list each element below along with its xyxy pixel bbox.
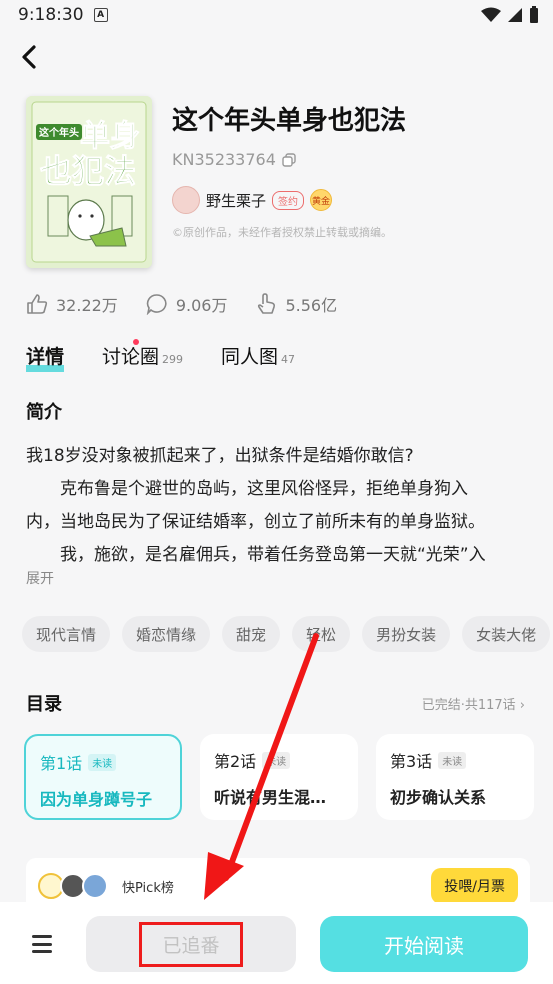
- signal-icon: [508, 8, 522, 22]
- avatar: [82, 873, 108, 899]
- notification-icon: A: [93, 8, 108, 22]
- intro-line: 克布鲁是个避世的岛屿，这里风俗怪异，拒绝单身狗入: [26, 479, 468, 499]
- back-button[interactable]: [14, 42, 44, 72]
- chapter-number: 第1话: [40, 754, 83, 773]
- tag[interactable]: 男扮女装: [362, 616, 451, 652]
- tab-label: 讨论圈: [102, 346, 160, 368]
- book-id-text: KN35233764: [172, 150, 276, 169]
- chevron-left-icon: [22, 45, 36, 69]
- tab-label: 同人图: [221, 346, 279, 368]
- start-reading-button[interactable]: 开始阅读: [320, 916, 528, 972]
- cover-art: 这个年头 单身 也犯法: [26, 96, 152, 268]
- status-bar: 9:18:30 A: [0, 0, 553, 30]
- unread-badge: 未读: [262, 751, 291, 769]
- chapter-name: 因为单身蹲号子: [40, 790, 153, 809]
- svg-text:这个年头: 这个年头: [39, 126, 79, 139]
- author-name[interactable]: 野生栗子: [206, 190, 266, 211]
- chapter-number: 第2话: [214, 752, 257, 771]
- author-row[interactable]: 野生栗子 签约 黄金: [172, 186, 333, 214]
- tab-count: 299: [162, 353, 184, 366]
- intro-line: 我，施欲，是名雇佣兵，带着任务登岛第一天就“光荣”入: [26, 545, 486, 565]
- unread-badge: 未读: [88, 753, 117, 771]
- tab-fan-art[interactable]: 同人图 47: [221, 342, 295, 369]
- avatar: [172, 186, 200, 214]
- tag[interactable]: 甜宠: [222, 616, 281, 652]
- svg-text:单身: 单身: [80, 119, 140, 154]
- expand-link[interactable]: 展开: [26, 568, 54, 588]
- chapter-card[interactable]: 第3话 未读 初步确认关系: [376, 734, 534, 820]
- comment-icon: [146, 294, 167, 315]
- pick-avatars: [38, 873, 108, 899]
- svg-text:也犯法: 也犯法: [40, 152, 136, 190]
- follow-button[interactable]: 已追番: [86, 916, 296, 972]
- tag[interactable]: 现代言情: [22, 616, 111, 652]
- menu-icon[interactable]: [32, 935, 52, 953]
- chapter-card[interactable]: 第1话 未读 因为单身蹲号子: [24, 734, 182, 820]
- hand-tap-icon: [258, 293, 276, 314]
- stats-row: 32.22万 9.06万 5.56亿: [26, 292, 337, 316]
- book-cover[interactable]: 这个年头 单身 也犯法: [26, 96, 152, 268]
- toc-heading: 目录: [26, 694, 62, 715]
- tag[interactable]: 轻松: [292, 616, 351, 652]
- comment-count: 9.06万: [175, 296, 228, 315]
- chapter-name: 初步确认关系: [390, 788, 487, 807]
- pick-label: 快Pick榜: [122, 880, 174, 896]
- chapter-card[interactable]: 第2话 未读 听说有男生混…: [200, 734, 358, 820]
- intro-line: 内，当地岛民为了保证结婚率，创立了前所未有的单身监狱。: [26, 512, 485, 532]
- detail-tabs: 详情 讨论圈 299 同人图 47: [26, 339, 295, 372]
- intro-heading: 简介: [26, 402, 62, 423]
- book-id: KN35233764: [172, 150, 296, 169]
- intro-text: 我18岁没对象被抓起来了，出狱条件是结婚你敢信? 克布鲁是个避世的岛屿，这里风俗…: [26, 440, 526, 572]
- comment-stat[interactable]: 9.06万: [146, 292, 228, 316]
- battery-icon: [530, 6, 538, 23]
- chapter-number: 第3话: [390, 752, 433, 771]
- tab-discussion[interactable]: 讨论圈 299: [102, 339, 184, 369]
- tag[interactable]: 女装大佬: [462, 616, 551, 652]
- like-stat[interactable]: 32.22万: [26, 292, 118, 316]
- view-count: 5.56亿: [285, 296, 338, 315]
- gold-badge: 黄金: [310, 189, 333, 211]
- new-dot: [133, 339, 140, 345]
- vote-button[interactable]: 投喂/月票: [431, 868, 518, 904]
- tab-label: 详情: [26, 346, 65, 368]
- book-title: 这个年头单身也犯法: [172, 106, 407, 136]
- sign-badge: 签约: [272, 190, 305, 210]
- view-stat: 5.56亿: [255, 292, 337, 316]
- wifi-icon: [481, 7, 501, 22]
- unread-badge: 未读: [438, 751, 467, 769]
- toc-status-link[interactable]: 已完结·共117话 ›: [422, 694, 525, 713]
- follow-label: 已追番: [139, 921, 243, 967]
- like-count: 32.22万: [56, 296, 118, 315]
- status-time: 9:18:30: [18, 5, 84, 25]
- tag[interactable]: 婚恋情缘: [122, 616, 211, 652]
- tab-details[interactable]: 详情: [26, 342, 65, 372]
- thumbs-up-icon: [27, 294, 48, 314]
- chapter-name: 听说有男生混…: [214, 788, 327, 807]
- tag-list: 现代言情 婚恋情缘 甜宠 轻松 男扮女装 女装大佬: [22, 616, 551, 652]
- chapter-list: 第1话 未读 因为单身蹲号子 第2话 未读 听说有男生混… 第3话 未读 初步确认关系: [24, 734, 534, 820]
- tab-count: 47: [281, 353, 296, 366]
- copy-icon[interactable]: [282, 152, 296, 167]
- intro-line: 我18岁没对象被抓起来了，出狱条件是结婚你敢信?: [26, 446, 414, 466]
- copyright-note: ©原创作品，未经作者授权禁止转载或摘编。: [172, 226, 392, 239]
